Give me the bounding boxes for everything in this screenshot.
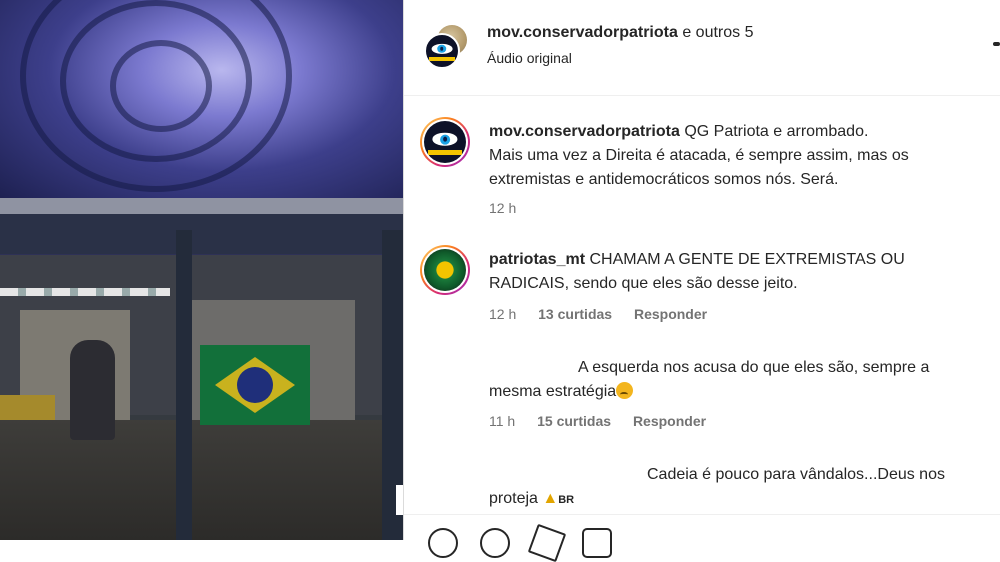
comment-likes[interactable]: 15 curtidas (537, 413, 611, 429)
brazil-flag (200, 345, 310, 425)
sad-emoji-icon (616, 382, 634, 399)
comment-time[interactable]: 12 h (489, 306, 516, 322)
panel-divider (403, 0, 404, 540)
actions-divider (404, 514, 1000, 515)
more-options-icon[interactable] (993, 42, 1000, 46)
comment-text: A esquerda nos acusa do que eles são, se… (578, 359, 930, 376)
comment-text: RADICAIS, sendo que eles são desse jeito… (489, 275, 798, 292)
comment-meta: 12 h (489, 200, 534, 216)
share-icon[interactable] (527, 523, 567, 562)
comment-text: Cadeia é pouco para vândalos...Deus nos (647, 466, 945, 483)
author-avatar[interactable] (424, 33, 460, 69)
pillar (176, 230, 192, 540)
comment-time[interactable]: 11 h (489, 413, 515, 429)
decor-arc (110, 40, 212, 132)
comment-text: extremistas e antidemocráticos somos nós… (489, 171, 839, 188)
lights (0, 288, 170, 296)
comment-username[interactable]: patriotas_mt (489, 251, 585, 268)
floor (0, 420, 403, 540)
flag-text: BR (558, 494, 575, 506)
header-username[interactable]: mov.conservadorpatriota (487, 24, 678, 41)
person-figure (70, 340, 115, 440)
comment-icon[interactable] (480, 528, 510, 558)
reply-button[interactable]: Responder (633, 413, 706, 429)
avatar[interactable] (420, 245, 470, 295)
save-icon[interactable] (582, 528, 612, 558)
comment-text: CHAMAM A GENTE DE EXTREMISTAS OU (589, 251, 905, 268)
comment-text: Mais uma vez a Direita é atacada, é semp… (489, 147, 909, 164)
beam (0, 214, 403, 254)
header-usernames[interactable]: mov.conservadorpatriota e outros 5 (487, 24, 753, 42)
comment-time[interactable]: 12 h (489, 200, 516, 216)
comment-likes[interactable]: 13 curtidas (538, 306, 612, 322)
audio-label[interactable]: Áudio original (487, 50, 572, 66)
comment-username[interactable]: mov.conservadorpatriota (489, 123, 680, 140)
praying-hands-icon: ▲ (542, 490, 559, 507)
comment-text: proteja (489, 490, 538, 507)
comment-meta: 12 h 13 curtidas Responder (489, 306, 725, 322)
reply-button[interactable]: Responder (634, 306, 707, 322)
header-others[interactable]: e outros 5 (682, 24, 753, 41)
reel-video[interactable] (0, 0, 403, 540)
header-divider (404, 95, 1000, 96)
comment: A esquerda nos acusa do que eles são, se… (489, 356, 929, 404)
comment: Cadeia é pouco para vândalos...Deus nos … (489, 463, 945, 512)
comment: patriotas_mt CHAMAM A GENTE DE EXTREMIST… (489, 248, 905, 296)
comment-text: QG Patriota e arrombado. (684, 123, 869, 140)
caption-comment: mov.conservadorpatriota QG Patriota e ar… (489, 120, 909, 192)
comment-meta: 11 h 15 curtidas Responder (489, 413, 724, 429)
heart-icon[interactable] (428, 528, 458, 558)
comment-text: mesma estratégia (489, 383, 617, 400)
avatar[interactable] (420, 117, 470, 167)
